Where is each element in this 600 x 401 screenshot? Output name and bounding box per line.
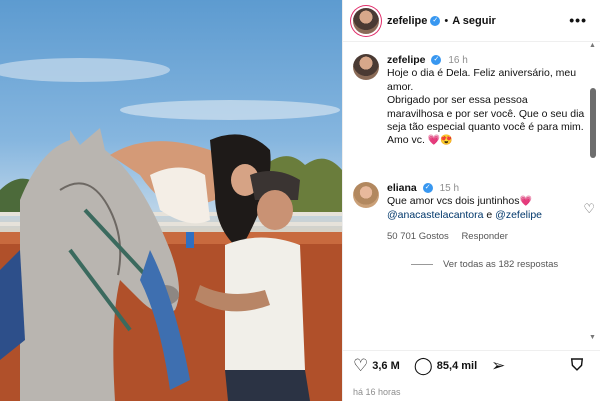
follow-button[interactable]: A seguir: [452, 15, 496, 27]
comment-item: eliana ✓ 15 h Que amor vcs dois juntinho…: [353, 182, 595, 244]
author-avatar[interactable]: [353, 7, 379, 34]
caption-username[interactable]: zefelipe: [387, 54, 426, 66]
comment-time: 15 h: [439, 183, 460, 194]
likes-count: 3,6 M: [372, 359, 400, 372]
mention-anacastelacantora[interactable]: @anacastelacantora: [387, 209, 483, 221]
verified-badge-icon: ✓: [430, 15, 441, 26]
mention-conjunction: e: [486, 208, 493, 221]
scroll-down-arrow-icon[interactable]: ▼: [589, 334, 596, 341]
more-options-icon[interactable]: •••: [569, 12, 587, 28]
comments-list[interactable]: zefelipe ✓ 16 h Hoje o dia é Dela. Feliz…: [343, 44, 600, 344]
comment-action[interactable]: ◯ 85,4 mil: [414, 356, 477, 376]
scrollbar-thumb[interactable]: [590, 88, 596, 158]
view-replies-label[interactable]: Ver todas as 182 respostas: [443, 259, 558, 270]
commenter-avatar[interactable]: [353, 182, 379, 208]
author-username[interactable]: zefelipe: [387, 15, 427, 27]
mention-zefelipe[interactable]: @zefelipe: [495, 209, 542, 221]
scroll-up-arrow-icon[interactable]: ▲: [589, 42, 596, 49]
comments-scrollbar[interactable]: ▲ ▼: [589, 42, 596, 341]
comment-meta: 50 701 Gostos Responder: [387, 230, 585, 243]
bookmark-icon[interactable]: ⛉: [571, 357, 583, 375]
caption: zefelipe ✓ 16 h Hoje o dia é Dela. Feliz…: [353, 54, 585, 148]
couple-horse-image: [0, 58, 342, 401]
heart-icon[interactable]: ♡: [353, 356, 368, 376]
comment-text: Que amor vcs dois juntinhos: [387, 195, 520, 208]
post-timestamp: há 16 horas: [353, 387, 401, 397]
reply-button[interactable]: Responder: [461, 231, 507, 242]
commenter-username[interactable]: eliana: [387, 182, 417, 194]
comment-emoji: 💗: [519, 196, 532, 208]
comment-likes[interactable]: 50 701 Gostos: [387, 231, 449, 242]
caption-text: Hoje o dia é Dela. Feliz aniversário, me…: [387, 67, 585, 147]
caption-emojis: 💗😍: [427, 135, 453, 147]
comments-count: 85,4 mil: [436, 359, 478, 372]
share-action[interactable]: ➢: [491, 356, 509, 376]
like-action[interactable]: ♡ 3,6 M: [353, 356, 400, 376]
verified-badge-icon: ✓: [431, 55, 442, 66]
post-photo[interactable]: [0, 0, 342, 401]
verified-badge-icon: ✓: [422, 183, 433, 194]
comment-icon[interactable]: ◯: [414, 356, 433, 376]
caption-time: 16 h: [448, 55, 468, 66]
paper-plane-icon[interactable]: ➢: [491, 356, 505, 376]
caption-avatar[interactable]: [353, 54, 379, 80]
post-panel: zefelipe ✓ • A seguir ••• zefelipe ✓ 16 …: [342, 0, 600, 401]
replies-divider: [411, 264, 433, 265]
separator-dot: •: [444, 14, 449, 27]
post-actions: ♡ 3,6 M ◯ 85,4 mil ➢ ⛉: [343, 350, 600, 380]
view-replies[interactable]: Ver todas as 182 respostas: [411, 259, 558, 270]
post-header: zefelipe ✓ • A seguir •••: [343, 0, 600, 42]
